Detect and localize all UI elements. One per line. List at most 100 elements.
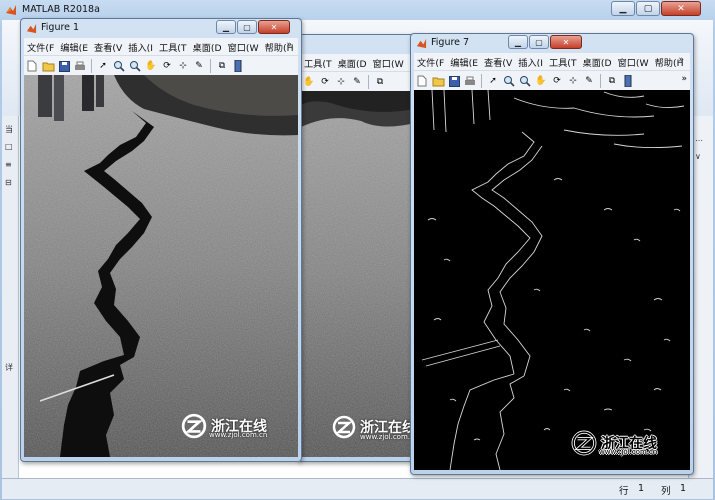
- menu-window[interactable]: 窗口(W: [615, 55, 652, 69]
- zoom-out-icon[interactable]: [128, 59, 142, 73]
- menu-overflow-icon[interactable]: »: [675, 55, 687, 65]
- left-panel-char: ⊟: [5, 178, 12, 187]
- figure-window-controls: ▁ ▢ ✕: [216, 20, 290, 34]
- zoom-out-icon[interactable]: [518, 74, 532, 88]
- maximize-button[interactable]: ▢: [237, 20, 257, 34]
- zoom-in-icon[interactable]: [112, 59, 126, 73]
- right-panel-char[interactable]: ⋯: [695, 136, 703, 145]
- status-bar: 行 1 列 1: [2, 478, 713, 499]
- figure-window-7[interactable]: Figure 7 ▁ ▢ ✕ 文件(F 编辑(E 查看(V 插入(I 工具(T …: [410, 33, 694, 475]
- menu-window[interactable]: 窗口(W: [370, 56, 407, 70]
- main-window-title: MATLAB R2018a: [22, 4, 100, 15]
- menu-desktop[interactable]: 桌面(D: [580, 55, 615, 69]
- figure-toolbar: ✋ ⟳ ⊹ ✎ ⧉: [301, 71, 418, 92]
- figure-menubar: 文件(F 编辑(E 查看(V 插入(I 工具(T 桌面(D 窗口(W 帮助(H …: [24, 38, 298, 55]
- data-cursor-icon[interactable]: ⊹: [334, 75, 348, 89]
- row-label: 行: [619, 486, 629, 497]
- minimize-button[interactable]: ▁: [508, 35, 528, 49]
- figure-menubar: 文件(F 编辑(E 查看(V 插入(I 工具(T 桌面(D 窗口(W 帮助(H …: [414, 53, 690, 70]
- pointer-icon[interactable]: ➚: [486, 74, 500, 88]
- left-panel: 当 □ ≡ ⊟ 详: [2, 116, 19, 478]
- watermark-logo: 浙江在线 www.zjol.com.cn: [181, 413, 267, 439]
- col-value: 1: [680, 483, 687, 494]
- left-panel-char: ≡: [5, 160, 12, 169]
- save-disk-icon[interactable]: [447, 74, 461, 88]
- maximize-button[interactable]: ▢: [529, 35, 549, 49]
- menu-file[interactable]: 文件(F: [414, 55, 447, 69]
- link-plot-icon[interactable]: ⧉: [215, 59, 229, 73]
- menu-tools[interactable]: 工具(T: [301, 56, 335, 70]
- colorbar-icon[interactable]: [231, 59, 245, 73]
- main-window-controls: ▁ ▢ ✕: [611, 1, 701, 16]
- open-folder-icon[interactable]: [41, 59, 55, 73]
- data-cursor-icon[interactable]: ⊹: [176, 59, 190, 73]
- menu-file[interactable]: 文件(F: [24, 40, 57, 54]
- pointer-icon[interactable]: ➚: [96, 59, 110, 73]
- pan-hand-icon[interactable]: ✋: [302, 75, 316, 89]
- figure-title: Figure 1: [41, 22, 80, 33]
- row-value: 1: [638, 483, 645, 494]
- figure-window-2[interactable]: 工具(T 桌面(D 窗口(W ✋ ⟳ ⊹ ✎ ⧉ 浙江在线 www.zjol.c…: [297, 34, 419, 462]
- new-file-icon[interactable]: [25, 59, 39, 73]
- rotate-3d-icon[interactable]: ⟳: [550, 74, 564, 88]
- figure-image-grayscale: [301, 91, 415, 457]
- link-plot-icon[interactable]: ⧉: [605, 74, 619, 88]
- left-panel-char: 详: [5, 363, 13, 372]
- main-titlebar[interactable]: MATLAB R2018a ▁ ▢ ✕: [0, 0, 715, 20]
- save-disk-icon[interactable]: [57, 59, 71, 73]
- toolbar-overflow-icon[interactable]: »: [681, 74, 687, 84]
- right-panel-char[interactable]: ∨: [695, 152, 701, 161]
- figure-titlebar[interactable]: Figure 1 ▁ ▢ ✕: [21, 19, 301, 38]
- maximize-button[interactable]: ▢: [636, 1, 660, 16]
- brush-icon[interactable]: ✎: [192, 59, 206, 73]
- menu-view[interactable]: 查看(V: [91, 40, 125, 54]
- data-cursor-icon[interactable]: ⊹: [566, 74, 580, 88]
- figure-logo-icon: [416, 38, 427, 49]
- left-panel-char: 当: [5, 125, 13, 134]
- figure-toolbar: ➚ ✋ ⟳ ⊹ ✎ ⧉: [24, 55, 298, 76]
- pan-hand-icon[interactable]: ✋: [534, 74, 548, 88]
- colorbar-icon[interactable]: [621, 74, 635, 88]
- menu-overflow-icon[interactable]: »: [283, 40, 295, 50]
- minimize-button[interactable]: ▁: [216, 20, 236, 34]
- watermark-url: www.zjol.com.cn: [599, 448, 658, 456]
- col-label: 列: [661, 486, 671, 497]
- menu-desktop[interactable]: 桌面(D: [335, 56, 370, 70]
- close-button[interactable]: ✕: [661, 1, 701, 16]
- menu-view[interactable]: 查看(V: [481, 55, 515, 69]
- figure-window-controls: ▁ ▢ ✕: [508, 35, 582, 49]
- figure-menubar: 工具(T 桌面(D 窗口(W: [301, 54, 418, 71]
- menu-insert[interactable]: 插入(I: [125, 40, 156, 54]
- figure-window-1[interactable]: Figure 1 ▁ ▢ ✕ 文件(F 编辑(E 查看(V 插入(I 工具(T …: [20, 18, 302, 462]
- rotate-3d-icon[interactable]: ⟳: [318, 75, 332, 89]
- new-file-icon[interactable]: [415, 74, 429, 88]
- watermark-url: www.zjol.com.cn: [209, 431, 268, 439]
- print-icon[interactable]: [73, 59, 87, 73]
- close-button[interactable]: ✕: [550, 35, 582, 49]
- pan-hand-icon[interactable]: ✋: [144, 59, 158, 73]
- menu-desktop[interactable]: 桌面(D: [190, 40, 225, 54]
- menu-edit[interactable]: 编辑(E: [447, 55, 481, 69]
- menu-edit[interactable]: 编辑(E: [57, 40, 91, 54]
- link-plot-icon[interactable]: ⧉: [373, 75, 387, 89]
- figure-logo-icon: [26, 23, 37, 34]
- minimize-button[interactable]: ▁: [611, 1, 635, 16]
- figure-image-crack-photo: [24, 75, 298, 457]
- menu-tools[interactable]: 工具(T: [156, 40, 190, 54]
- figure-title: Figure 7: [431, 37, 470, 48]
- print-icon[interactable]: [463, 74, 477, 88]
- menu-insert[interactable]: 插入(I: [515, 55, 546, 69]
- watermark-logo: 浙江在线 www.zjol.com.cn: [571, 430, 657, 456]
- zoom-in-icon[interactable]: [502, 74, 516, 88]
- matlab-logo-icon: [6, 5, 16, 15]
- rotate-3d-icon[interactable]: ⟳: [160, 59, 174, 73]
- menu-tools[interactable]: 工具(T: [546, 55, 580, 69]
- watermark-logo: 浙江在线 www.zjol.com.cn: [332, 415, 418, 441]
- brush-icon[interactable]: ✎: [582, 74, 596, 88]
- menu-window[interactable]: 窗口(W: [225, 40, 262, 54]
- figure-titlebar[interactable]: Figure 7 ▁ ▢ ✕: [411, 34, 693, 53]
- close-button[interactable]: ✕: [258, 20, 290, 34]
- open-folder-icon[interactable]: [431, 74, 445, 88]
- watermark-emblem-icon: [571, 430, 597, 456]
- brush-icon[interactable]: ✎: [350, 75, 364, 89]
